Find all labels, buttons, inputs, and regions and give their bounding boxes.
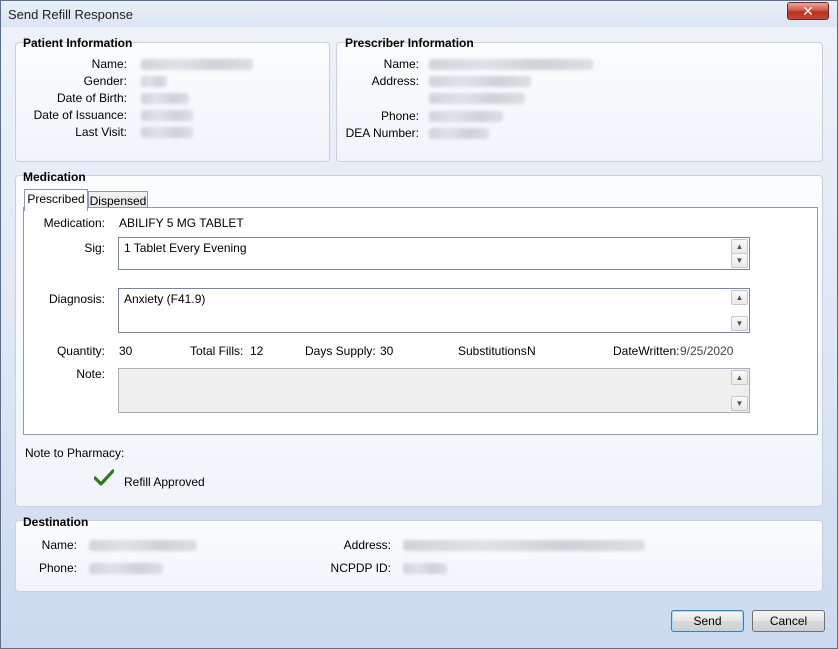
prescriber-address2-redacted [429,93,525,104]
patient-issuance-redacted [141,110,193,121]
destination-name-label: Name: [41,538,77,552]
date-written-value: 9/25/2020 [680,344,734,358]
destination-name-redacted [89,540,197,551]
diagnosis-field[interactable]: Anxiety (F41.9) ▲ ▼ [118,288,750,333]
prescriber-section-title: Prescriber Information [345,36,474,50]
note-scrollbar[interactable]: ▲ ▼ [731,370,748,411]
prescriber-dea-label: DEA Number: [345,126,419,140]
patient-gender-label: Gender: [83,74,127,88]
prescriber-phone-redacted [429,111,503,122]
patient-last-visit-label: Last Visit: [75,125,127,139]
sig-field[interactable]: 1 Tablet Every Evening ▲ ▼ [118,237,750,270]
scroll-up-icon[interactable]: ▲ [731,290,748,305]
quantity-label: Quantity: [56,344,105,358]
sig-text: 1 Tablet Every Evening [124,241,247,255]
patient-dob-redacted [141,93,189,104]
scroll-down-icon[interactable]: ▼ [731,316,748,331]
sig-scrollbar[interactable]: ▲ ▼ [731,239,748,268]
substitutions-value: N [527,344,536,358]
check-icon [94,469,114,486]
destination-address-label: Address: [343,538,391,552]
prescriber-name-label: Name: [383,57,419,71]
substitutions-label: Substitutions: [458,344,531,358]
prescriber-dea-redacted [429,128,489,139]
close-button[interactable]: ✕ [787,2,829,20]
scroll-up-icon[interactable]: ▲ [731,370,748,385]
diagnosis-text: Anxiety (F41.9) [124,292,206,306]
scroll-down-icon[interactable]: ▼ [731,396,748,411]
refill-status: Refill Approved [124,475,205,489]
patient-gender-redacted [141,76,167,87]
medication-value: ABILIFY 5 MG TABLET [119,216,244,230]
quantity-value: 30 [119,344,133,358]
note-field: ▲ ▼ [118,368,750,413]
medication-label: Medication: [43,216,105,230]
destination-phone-redacted [89,563,163,574]
note-label: Note: [76,367,105,381]
patient-dob-label: Date of Birth: [56,91,127,105]
send-refill-response-dialog: Send Refill Response ✕ Patient Informati… [0,0,838,649]
scroll-up-icon[interactable]: ▲ [731,239,748,254]
destination-section-title: Destination [23,515,89,529]
days-supply-value: 30 [380,344,394,358]
sig-label: Sig: [84,241,105,255]
title-bar: Send Refill Response ✕ [1,1,837,27]
patient-issuance-label: Date of Issuance: [33,108,127,122]
cancel-button[interactable]: Cancel [752,610,825,632]
destination-ncpdp-redacted [403,563,447,574]
prescriber-address1-redacted [429,76,531,87]
prescriber-name-redacted [429,59,593,70]
patient-name-label: Name: [91,57,127,71]
diagnosis-scrollbar[interactable]: ▲ ▼ [731,290,748,331]
days-supply-label: Days Supply: [305,344,376,358]
patient-section-title: Patient Information [23,36,133,50]
destination-group [15,520,823,592]
scroll-down-icon[interactable]: ▼ [731,253,748,268]
send-button[interactable]: Send [671,610,744,632]
prescriber-address-label: Address: [371,74,419,88]
destination-phone-label: Phone: [38,561,77,575]
total-fills-label: Total Fills: [190,344,244,358]
prescriber-phone-label: Phone: [380,109,419,123]
tab-prescribed[interactable]: Prescribed [24,189,88,211]
patient-last-visit-redacted [141,127,193,138]
diagnosis-label: Diagnosis: [48,292,105,306]
medication-section-title: Medication [23,170,86,184]
window-title: Send Refill Response [8,7,134,22]
date-written-label: DateWritten: [613,344,680,358]
close-icon: ✕ [802,3,814,19]
total-fills-value: 12 [250,344,264,358]
patient-name-redacted [141,59,253,70]
note-to-pharmacy-label: Note to Pharmacy: [25,446,125,460]
destination-address-redacted [403,540,645,551]
destination-ncpdp-label: NCPDP ID: [330,561,391,575]
